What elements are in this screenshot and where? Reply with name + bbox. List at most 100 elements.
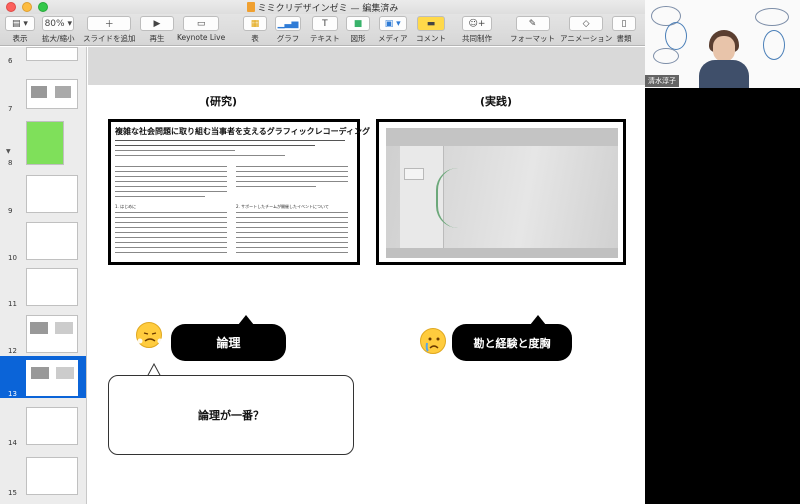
paper-line: [236, 186, 316, 187]
format-button[interactable]: ✎ フォーマット: [510, 16, 555, 44]
practice-photo-frame: [376, 119, 626, 265]
paper-line: [236, 222, 348, 223]
intuition-pill: 勘と経験と度胸: [452, 324, 572, 361]
paper-line: [236, 181, 348, 182]
format-icon: ✎: [515, 16, 550, 31]
add-slide-button[interactable]: ＋ スライドを追加: [83, 16, 136, 44]
view-button[interactable]: ▤ ▾ 表示: [5, 16, 35, 44]
paper-line: [115, 232, 227, 233]
research-paper-frame: 複雑な社会問題に取り組む当事者を支えるグラフィックレコーディング 1. はじめに…: [108, 119, 370, 265]
slide-thumbnail[interactable]: [26, 407, 78, 445]
document-icon: [246, 2, 255, 12]
research-header: (研究): [205, 95, 238, 108]
media-button[interactable]: ▣ ▾ メディア: [378, 16, 407, 44]
paper-line: [115, 222, 227, 223]
paper-line: [115, 252, 227, 253]
document-panel-icon: ▯: [612, 16, 636, 31]
paper-line: [115, 191, 227, 192]
paper-line: [115, 196, 205, 197]
paper-line: [115, 150, 235, 151]
video-participant-tile[interactable]: 清水淳子: [645, 0, 800, 88]
chart-button[interactable]: ▁▃▅ グラフ: [275, 16, 301, 44]
keynote-live-icon: ▭: [183, 16, 220, 31]
slide-thumbnail[interactable]: [26, 79, 78, 109]
paper-line: [115, 140, 345, 141]
slide-thumbnail[interactable]: [26, 268, 78, 306]
slide-thumbnail[interactable]: [26, 315, 78, 353]
logic-pill: 論理: [171, 324, 286, 361]
paper-line: [115, 237, 227, 238]
paper-line: [236, 176, 348, 177]
paper-line: [236, 237, 348, 238]
paper-title: 複雑な社会問題に取り組む当事者を支えるグラフィックレコーディング: [115, 127, 371, 136]
paper-line: [115, 155, 285, 156]
keynote-live-button[interactable]: ▭ Keynote Live: [177, 16, 225, 42]
slide-navigator: ▼ 6 7 8 9 10 11 12 13 14 15: [0, 47, 87, 504]
paper-line: [236, 171, 348, 172]
slide-thumbnail[interactable]: [26, 222, 78, 260]
paper-line: [115, 145, 315, 146]
paper-line: [115, 247, 227, 248]
slide-thumbnail[interactable]: [26, 175, 78, 213]
paper-line: [115, 227, 227, 228]
paper-section-heading: 1. はじめに: [115, 204, 137, 209]
empty-video-area: [645, 88, 800, 504]
paper-line: [236, 217, 348, 218]
paper-line: [236, 232, 348, 233]
comment-button[interactable]: ▬ コメント: [416, 16, 446, 44]
participant-name: 清水淳子: [645, 75, 679, 87]
plus-icon: ＋: [87, 16, 132, 31]
shape-icon: ■: [346, 16, 370, 31]
table-icon: ▦: [243, 16, 267, 31]
toolbar: ▤ ▾ 表示 80% ▾ 拡大/縮小 ＋ スライドを追加 ▶ 再生 ▭ Keyn…: [0, 14, 645, 46]
play-button[interactable]: ▶ 再生: [140, 16, 174, 44]
paper-line: [115, 181, 227, 182]
paper-line: [236, 242, 348, 243]
keynote-window: ミミクリデザインゼミ — 編集済み ▤ ▾ 表示 80% ▾ 拡大/縮小 ＋ ス…: [0, 0, 645, 504]
paper-line: [236, 212, 348, 213]
text-button[interactable]: T テキスト: [310, 16, 340, 44]
document-button[interactable]: ▯ 書類: [612, 16, 636, 44]
slide-thumbnail[interactable]: [26, 121, 64, 165]
participant-face: [713, 36, 735, 62]
current-slide[interactable]: (研究) (実践) 複雑な社会問題に取り組む当事者を支えるグラフィックレコーディ…: [88, 85, 645, 504]
sad-face-emoji-icon: [420, 328, 446, 354]
play-icon: ▶: [140, 16, 174, 31]
paper-section-heading: 2. サポートしたチームが開催したイベントについて: [236, 204, 329, 209]
question-bubble: 論理が一番？: [108, 375, 354, 455]
slide-thumbnail[interactable]: [26, 457, 78, 495]
paper-line: [115, 212, 227, 213]
zoom-select[interactable]: 80% ▾ 拡大/縮小: [42, 16, 75, 44]
paper-line: [236, 227, 348, 228]
title-bar: ミミクリデザインゼミ — 編集済み: [0, 0, 645, 14]
exhibition-photo: [386, 128, 618, 258]
paper-line: [115, 186, 227, 187]
paper-line: [115, 217, 227, 218]
disclosure-triangle-icon[interactable]: ▼: [6, 148, 11, 155]
animate-button[interactable]: ◇ アニメーション: [560, 16, 612, 44]
paper-line: [115, 176, 227, 177]
comment-icon: ▬: [417, 16, 445, 31]
paper-line: [236, 166, 348, 167]
practice-header: (実践): [480, 95, 513, 108]
slide-canvas: (研究) (実践) 複雑な社会問題に取り組む当事者を支えるグラフィックレコーディ…: [88, 47, 645, 504]
frustrated-face-emoji-icon: [136, 322, 163, 348]
paper-line: [236, 247, 348, 248]
collaborate-button[interactable]: ☺+ 共同制作: [462, 16, 492, 44]
text-icon: T: [311, 16, 338, 31]
paper-line: [115, 171, 227, 172]
paper-line: [115, 242, 227, 243]
shape-button[interactable]: ■ 図形: [346, 16, 370, 44]
slide-thumbnail[interactable]: [26, 47, 78, 61]
collaborate-icon: ☺+: [462, 16, 492, 31]
slide-thumbnail-selected[interactable]: [26, 360, 78, 396]
media-icon: ▣ ▾: [378, 16, 407, 31]
animate-icon: ◇: [569, 16, 604, 31]
table-button[interactable]: ▦ 表: [243, 16, 267, 44]
zoom-value: 80% ▾: [42, 16, 75, 31]
sidebar-view-icon: ▤ ▾: [5, 16, 35, 31]
window-title: ミミクリデザインゼミ — 編集済み: [0, 1, 645, 14]
paper-line: [115, 166, 227, 167]
chart-icon: ▁▃▅: [275, 16, 301, 31]
paper-line: [236, 252, 348, 253]
